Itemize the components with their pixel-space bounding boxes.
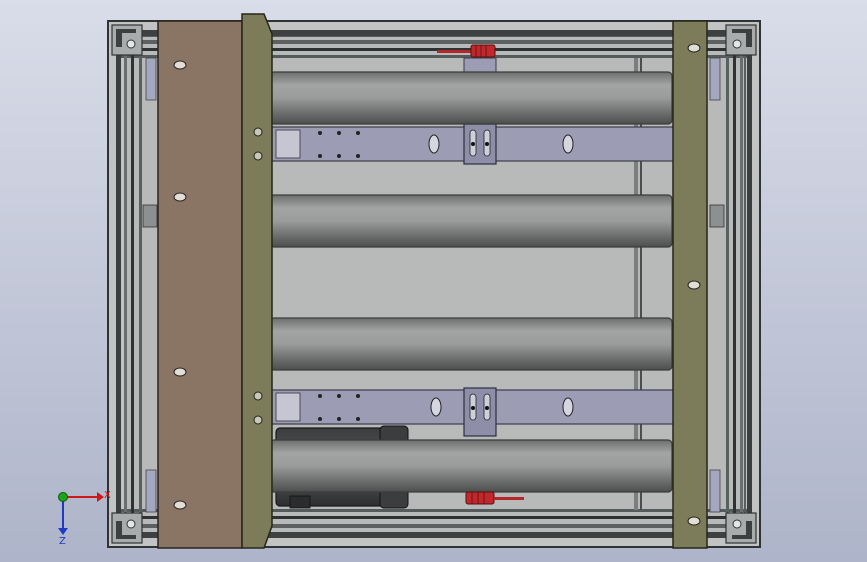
roller-3[interactable] (269, 317, 673, 371)
frame-right-slot (709, 57, 721, 101)
side-plate-brown[interactable] (157, 20, 243, 549)
corner-bracket-bottom-left (111, 512, 143, 544)
slot-hole (173, 500, 187, 510)
frame-left-block (142, 204, 158, 228)
frame-right-block (709, 204, 725, 228)
slot-hole (562, 397, 574, 417)
roller-1[interactable] (269, 71, 673, 125)
frame-right-slot-2 (709, 469, 721, 513)
corner-bracket-top-left (111, 24, 143, 56)
frame-right-rail-3 (733, 36, 736, 532)
bolt (253, 151, 263, 161)
slot-hole (687, 516, 701, 526)
roller-2[interactable] (269, 194, 673, 248)
cross-bar-bracket (275, 392, 301, 422)
frame-left-rail-2 (124, 36, 127, 532)
frame-left-slot (145, 57, 157, 101)
roller-4[interactable] (269, 439, 673, 493)
slot-hole (687, 280, 701, 290)
cross-bar-clamp (463, 387, 497, 437)
frame-right-rail-4 (726, 40, 729, 530)
slot-hole (687, 43, 701, 53)
frame-right-rail (747, 30, 752, 538)
z-axis-label: Z (59, 536, 66, 547)
slot-hole (173, 60, 187, 70)
bolt (253, 127, 263, 137)
slot-hole (428, 134, 440, 154)
slot-hole (562, 134, 574, 154)
cross-bar-clamp (463, 123, 497, 165)
frame-left-rail-3 (131, 36, 134, 532)
side-guide-right[interactable] (672, 20, 708, 549)
bolt (253, 391, 263, 401)
frame-left-slot-2 (145, 469, 157, 513)
slot-hole (173, 192, 187, 202)
frame-right-rail-2 (740, 36, 743, 532)
frame-left-rail (116, 30, 121, 538)
x-axis-label: X (104, 490, 111, 501)
corner-bracket-bottom-right (725, 512, 757, 544)
frame-left-rail-4 (139, 40, 142, 530)
cross-bar-top[interactable] (271, 123, 675, 165)
y-axis-dot (58, 492, 68, 502)
slot-hole (430, 397, 442, 417)
bolt (253, 415, 263, 425)
slot-hole (173, 367, 187, 377)
corner-bracket-top-right (725, 24, 757, 56)
side-guide-left[interactable] (241, 13, 273, 549)
cad-viewport[interactable]: X Z (0, 0, 867, 562)
cross-bar-bracket (275, 129, 301, 159)
